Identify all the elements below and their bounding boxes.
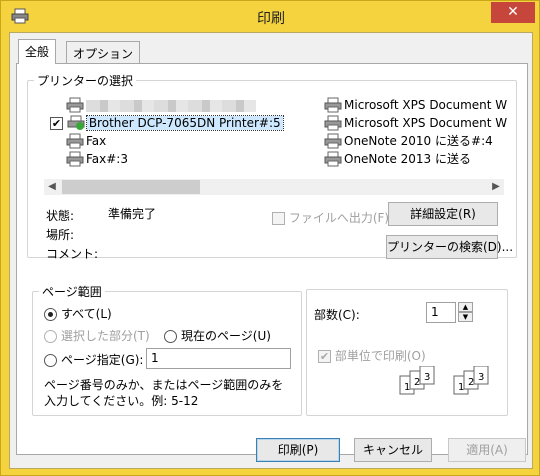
printer-item-label: Fax: [86, 134, 107, 148]
printer-icon: [324, 151, 342, 167]
title-bar[interactable]: 印刷 ✕: [1, 1, 540, 31]
svg-text:2: 2: [468, 377, 474, 388]
checkbox-icon: ✔: [318, 350, 331, 363]
printer-icon: [67, 115, 85, 131]
printer-item-fax3[interactable]: Fax#:3: [66, 151, 128, 167]
location-label: 場所:: [46, 228, 75, 242]
print-dialog: 印刷 ✕ 全般 オプション プリンターの選択 ✔ Brother DCP-706…: [0, 0, 540, 476]
default-printer-check-icon: ✔: [50, 117, 63, 130]
radio-current-page-label: 現在のページ(U): [181, 329, 271, 343]
printer-item-xps2[interactable]: Microsoft XPS Document W: [324, 115, 507, 131]
printer-item-label: Microsoft XPS Document W: [344, 116, 508, 130]
radio-pages-label: ページ指定(G):: [61, 353, 144, 367]
svg-text:3: 3: [424, 372, 430, 383]
copies-label: 部数(C):: [314, 308, 360, 322]
scrollbar-thumb[interactable]: [62, 180, 200, 194]
radio-icon: [164, 330, 177, 343]
preferences-button[interactable]: 詳細設定(R): [388, 202, 498, 226]
apply-button[interactable]: 適用(A): [448, 438, 526, 462]
status-value: 準備完了: [108, 207, 157, 221]
printer-item-label: Microsoft XPS Document W: [344, 98, 508, 112]
printer-item-label: Brother DCP-7065DN Printer#:5: [85, 115, 284, 131]
printer-item-onenote2010[interactable]: OneNote 2010 に送る#:4: [324, 133, 493, 149]
collate-illustration-icon: 1 2 3 1 2 3: [398, 365, 498, 401]
printer-icon: [66, 151, 84, 167]
window-title: 印刷: [257, 11, 285, 27]
collate-checkbox[interactable]: ✔ 部単位で印刷(O): [318, 347, 426, 364]
printer-item[interactable]: [66, 97, 256, 113]
scroll-left-icon[interactable]: ◀: [44, 179, 60, 195]
print-button[interactable]: 印刷(P): [256, 438, 340, 462]
printer-item-label: Fax#:3: [86, 152, 128, 166]
svg-text:2: 2: [414, 377, 420, 388]
close-icon: ✕: [507, 4, 519, 20]
redacted-printer-name: [86, 99, 256, 112]
svg-text:3: 3: [478, 372, 484, 383]
comment-label: コメント:: [46, 247, 99, 261]
radio-all-label: すべて(L): [61, 307, 112, 321]
checkbox-icon: [272, 212, 285, 225]
printer-item-xps[interactable]: Microsoft XPS Document W: [324, 97, 507, 113]
radio-pages[interactable]: ページ指定(G):: [44, 351, 143, 368]
print-to-file-label: ファイルへ出力(F): [288, 211, 390, 225]
print-to-file-checkbox[interactable]: ファイルへ出力(F): [272, 209, 389, 226]
printer-item-brother[interactable]: ✔ Brother DCP-7065DN Printer#:5: [50, 115, 284, 131]
svg-text:1: 1: [458, 382, 464, 393]
tab-general[interactable]: 全般: [18, 39, 57, 64]
printer-select-legend: プリンターの選択: [37, 74, 134, 88]
status-label: 状態:: [46, 209, 75, 223]
pages-input[interactable]: 1: [146, 348, 291, 369]
printer-list[interactable]: ✔ Brother DCP-7065DN Printer#:5 Fax Fax#…: [38, 97, 507, 169]
printer-icon: [66, 133, 84, 149]
printer-item-onenote2013[interactable]: OneNote 2013 に送る: [324, 151, 471, 167]
printer-item-label: OneNote 2010 に送る#:4: [344, 134, 493, 148]
radio-all[interactable]: すべて(L): [44, 305, 112, 322]
radio-icon: [44, 354, 57, 367]
radio-selection-label: 選択した部分(T): [61, 329, 150, 343]
printer-icon: [324, 133, 342, 149]
printer-icon: [324, 97, 342, 113]
printer-icon: [324, 115, 342, 131]
close-button[interactable]: ✕: [491, 2, 535, 23]
tab-options[interactable]: オプション: [66, 41, 141, 63]
copies-input[interactable]: 1: [426, 302, 456, 323]
collate-label: 部単位で印刷(O): [334, 349, 426, 363]
cancel-button[interactable]: キャンセル: [354, 438, 432, 462]
printer-item-label: OneNote 2013 に送る: [344, 152, 472, 166]
radio-icon: [44, 308, 57, 321]
printer-list-scrollbar[interactable]: ◀ ▶: [44, 179, 504, 195]
stepper-up-icon[interactable]: ▲: [458, 302, 473, 312]
printer-icon: [66, 97, 84, 113]
find-printer-button[interactable]: プリンターの検索(D)...: [386, 235, 513, 259]
copies-stepper[interactable]: ▲ ▼: [458, 302, 473, 323]
radio-current-page[interactable]: 現在のページ(U): [164, 327, 271, 344]
radio-icon: [44, 330, 57, 343]
svg-text:1: 1: [404, 382, 410, 393]
stepper-down-icon[interactable]: ▼: [458, 312, 473, 322]
printer-item-fax[interactable]: Fax: [66, 133, 106, 149]
radio-selection[interactable]: 選択した部分(T): [44, 327, 150, 344]
page-range-hint: ページ番号のみか、またはページ範囲のみを入力してください。例: 5-12: [44, 378, 284, 408]
scroll-right-icon[interactable]: ▶: [488, 179, 504, 195]
dialog-body: 全般 オプション プリンターの選択 ✔ Brother DCP-7065DN P…: [9, 32, 533, 469]
page-range-legend: ページ範囲: [42, 285, 102, 299]
